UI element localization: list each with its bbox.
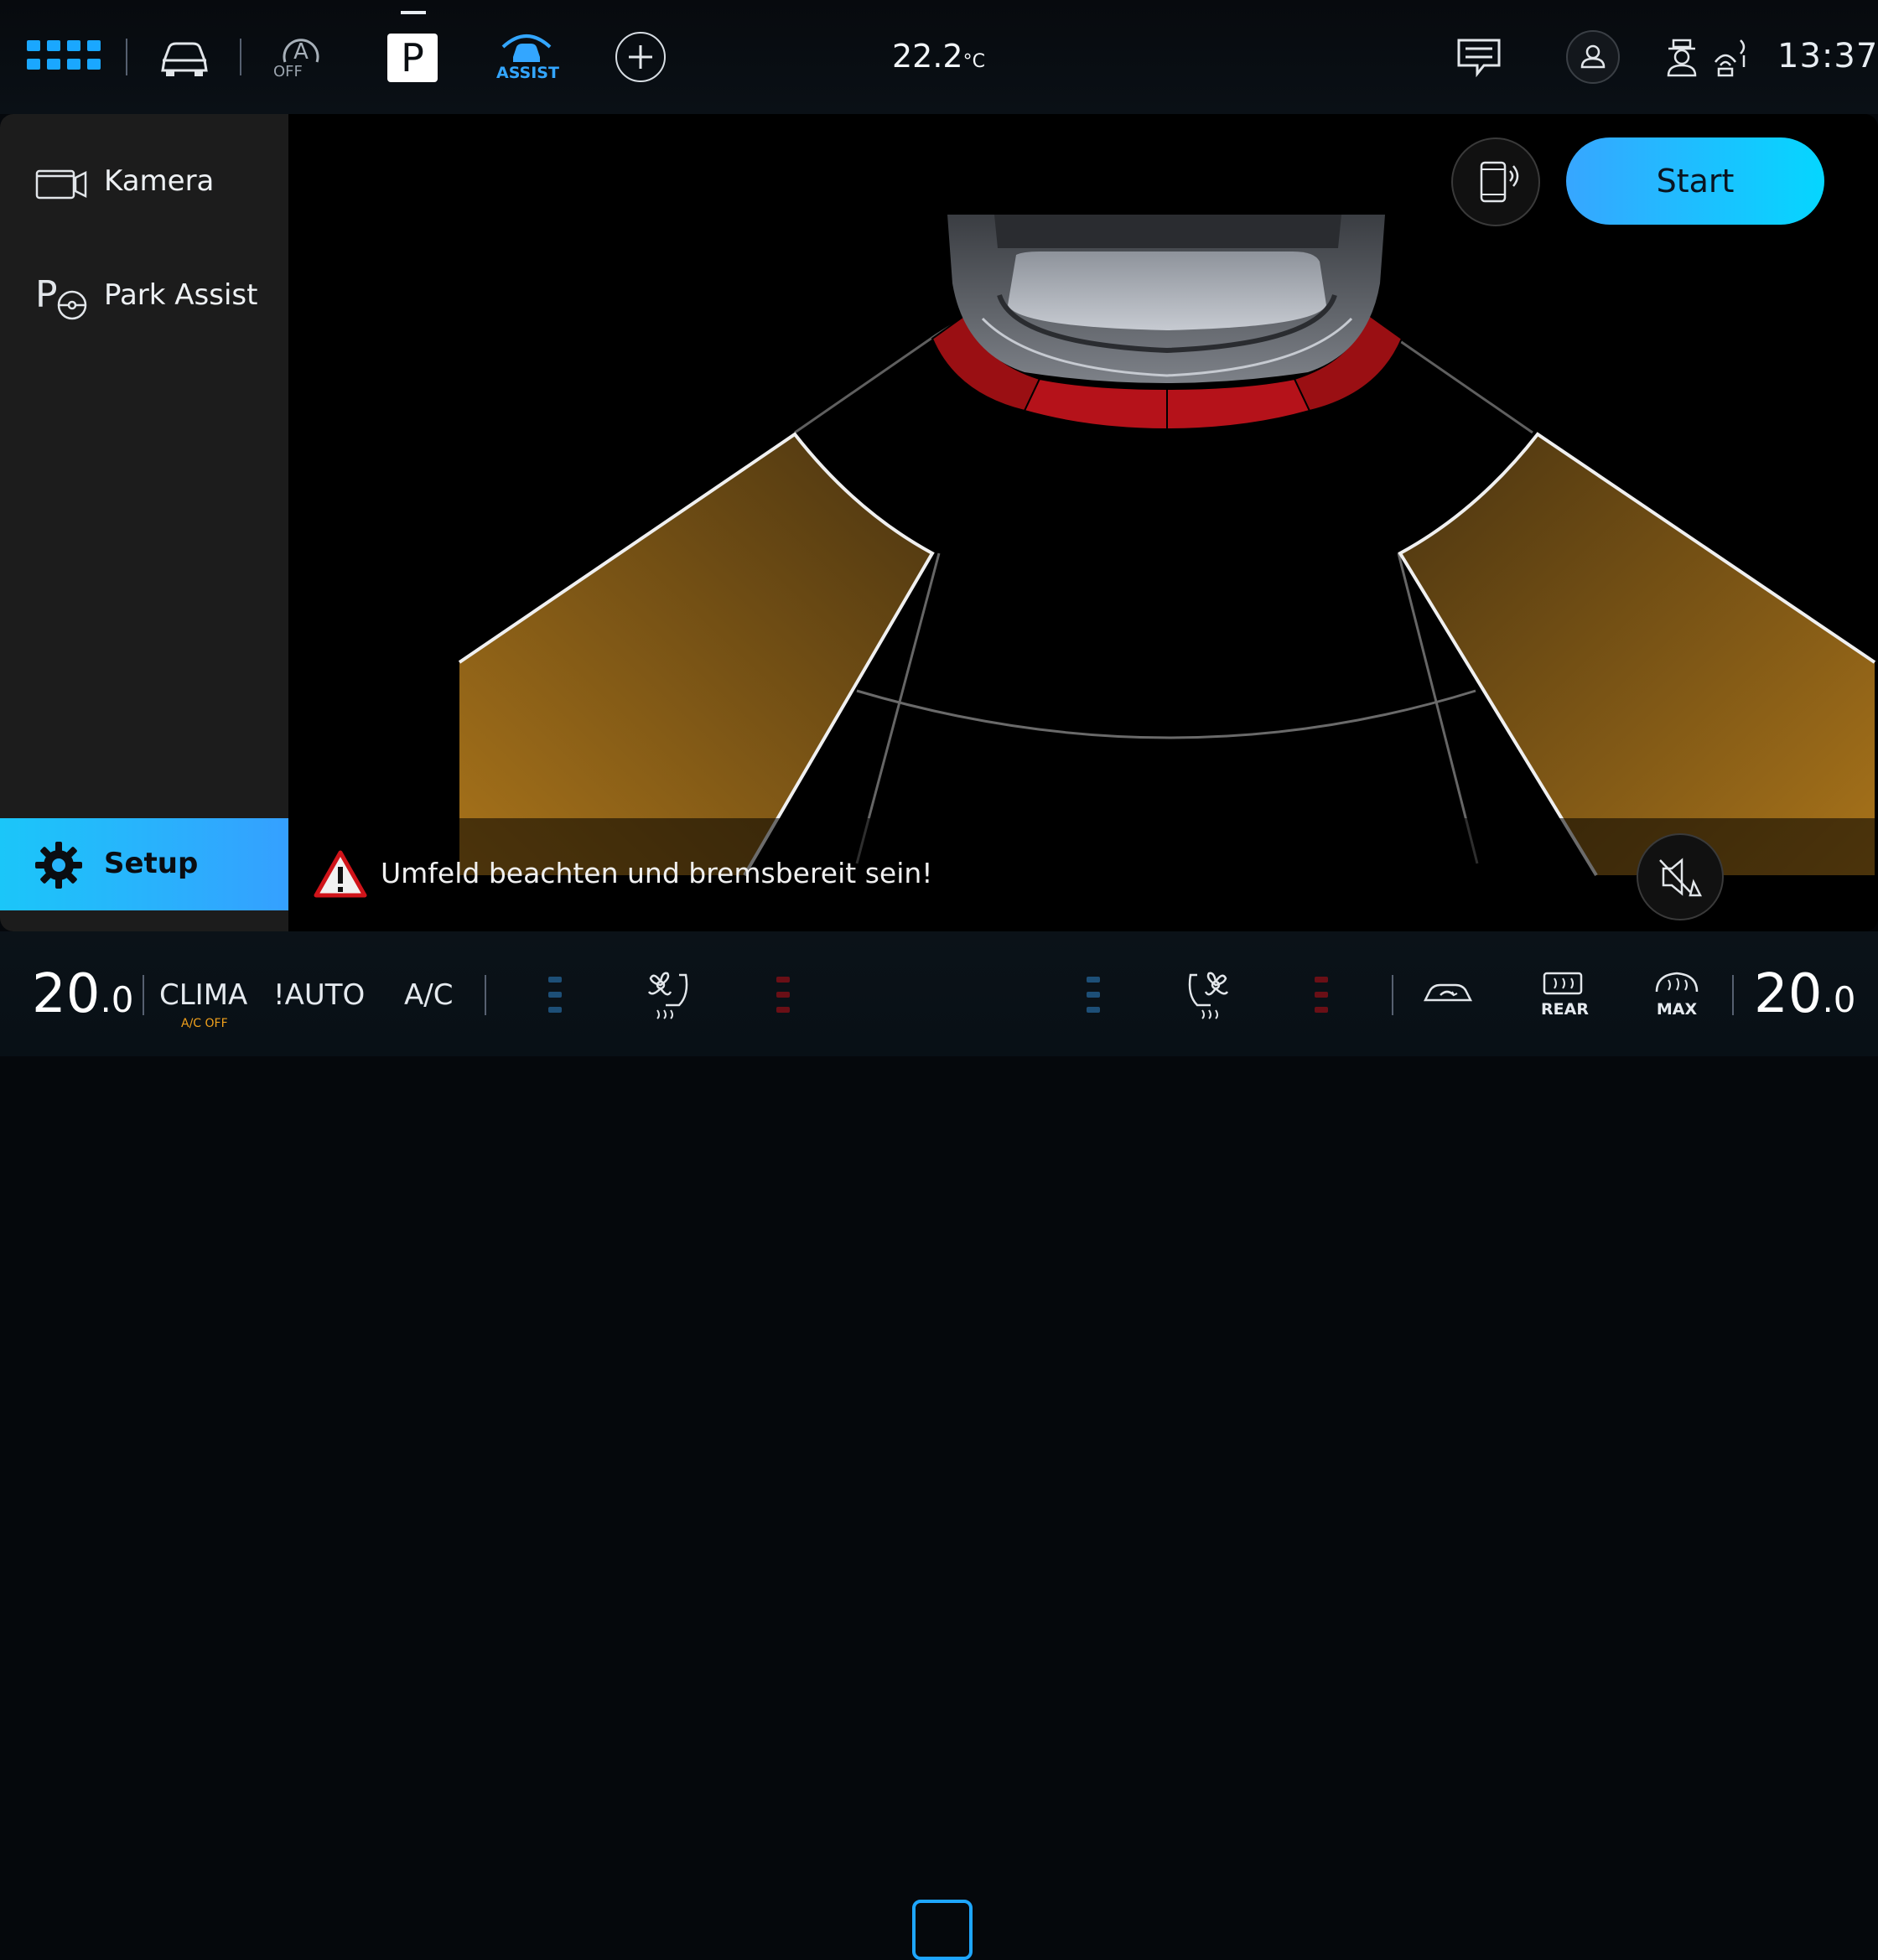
svg-text:P: P: [35, 273, 58, 316]
sidebar-item-kamera[interactable]: Kamera: [0, 136, 288, 228]
svg-text:A: A: [293, 39, 309, 65]
divider: [240, 39, 241, 75]
assist-label: ASSIST: [496, 64, 559, 82]
smartphone-icon: [1480, 161, 1519, 203]
camera-icon: [35, 169, 87, 200]
rear-defrost-icon[interactable]: [1541, 970, 1585, 997]
left-temperature[interactable]: 20.0: [32, 963, 134, 1025]
max-defrost-label: MAX: [1656, 1000, 1698, 1019]
auto-hold-off-label: OFF: [273, 63, 303, 80]
outside-temp-value: 22.2: [892, 38, 963, 75]
right-temp-int: 20: [1754, 963, 1823, 1025]
auto-button[interactable]: !AUTO: [273, 978, 365, 1012]
connectivity-icon[interactable]: [1712, 37, 1751, 77]
right-temperature[interactable]: 20.0: [1754, 963, 1856, 1025]
right-temp-dec: .0: [1822, 979, 1856, 1020]
divider: [485, 975, 486, 1015]
mute-sensor-sound-button[interactable]: [1637, 833, 1724, 920]
car-icon[interactable]: [158, 35, 211, 79]
left-temp-dec: .0: [100, 979, 134, 1020]
parking-sensor-view: [458, 215, 1876, 877]
sidebar-item-label: Kamera: [104, 164, 215, 198]
mute-icon: [1659, 858, 1703, 897]
outside-temperature: 22.2°C: [892, 38, 985, 75]
ac-button[interactable]: A/C: [404, 978, 453, 1012]
sidebar-item-label: Park Assist: [104, 278, 258, 312]
setup-button[interactable]: Setup: [0, 818, 288, 910]
distance-arc: [856, 689, 1476, 739]
outside-temp-unit: °C: [962, 51, 985, 72]
warning-message: Umfeld beachten und bremsbereit sein!: [381, 857, 933, 889]
gear-indicator-bar: [401, 11, 426, 14]
seat-ventilation-icon[interactable]: [646, 970, 693, 1020]
seat-ventilation-right-icon[interactable]: [1184, 970, 1231, 1020]
rear-defrost-label: REAR: [1541, 1000, 1589, 1019]
sensor-segment-front-right: [1166, 377, 1311, 431]
divider: [143, 975, 144, 1015]
setup-label: Setup: [104, 847, 199, 880]
left-temp-int: 20: [32, 963, 101, 1025]
clock: 13:37: [1777, 37, 1878, 75]
status-bar: A OFF P ASSIST 22.2°C 13:37: [0, 0, 1878, 114]
add-icon: [629, 45, 652, 69]
sensor-segment-front-left: [1023, 377, 1168, 431]
profile-icon: [1580, 44, 1606, 69]
message-icon[interactable]: [1455, 37, 1502, 79]
driver-icon[interactable]: [1663, 37, 1700, 77]
gear-icon: [35, 842, 82, 889]
air-recirculation-icon[interactable]: [1422, 980, 1474, 1009]
divider: [126, 39, 127, 75]
warning-icon: [314, 850, 367, 898]
park-assist-icon[interactable]: [500, 30, 553, 65]
start-button[interactable]: Start: [1566, 137, 1824, 225]
corridor-line: [855, 552, 1479, 864]
apps-grid-icon[interactable]: [27, 40, 102, 74]
sidebar-item-park-assist[interactable]: P Park Assist: [0, 250, 288, 342]
park-assist-steering-icon: P: [35, 273, 87, 320]
climate-menu-button[interactable]: [912, 1900, 973, 1960]
clima-button[interactable]: CLIMA: [159, 978, 247, 1012]
profile-button[interactable]: [1566, 30, 1620, 84]
park-assist-panel: Kamera P Park Assist Setup Start: [0, 114, 1878, 931]
ac-off-label: A/C OFF: [181, 1017, 228, 1030]
divider: [1392, 975, 1393, 1015]
gear-p-button[interactable]: P: [387, 34, 438, 82]
vehicle-graphic: [947, 215, 1385, 383]
divider: [1732, 975, 1734, 1015]
remote-parking-button[interactable]: [1451, 137, 1540, 226]
climate-bar: 20.0 CLIMA !AUTO A/C REAR MAX 20.0: [0, 931, 1878, 1960]
sidebar: Kamera P Park Assist Setup: [0, 114, 288, 931]
add-button[interactable]: [615, 32, 666, 82]
max-defrost-icon[interactable]: [1653, 970, 1700, 997]
